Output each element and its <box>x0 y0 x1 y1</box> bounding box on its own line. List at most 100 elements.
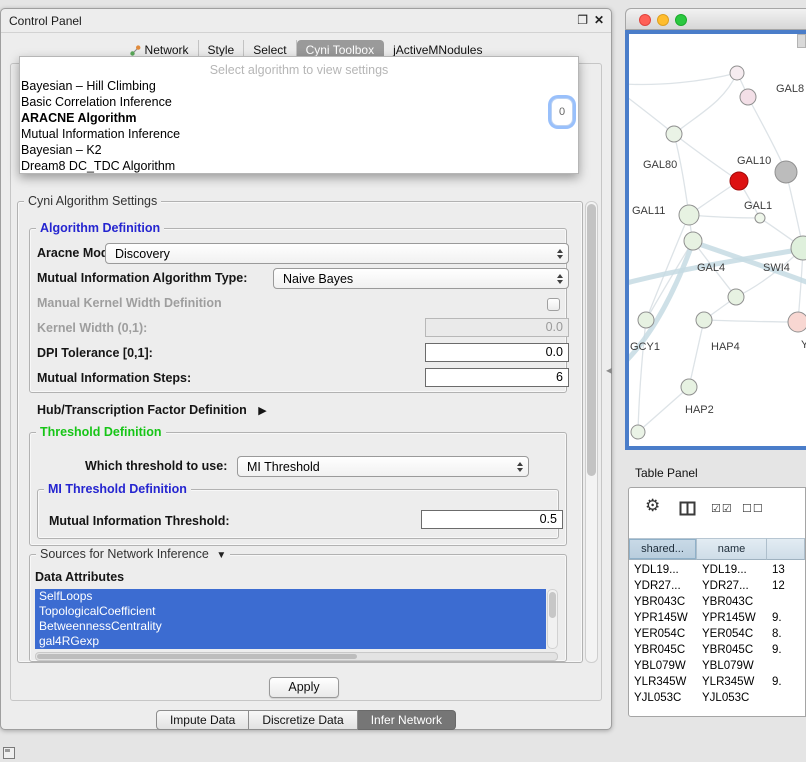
mi-threshold-field[interactable]: 0.5 <box>421 510 563 529</box>
table-cell: YDL19... <box>697 562 767 578</box>
float-panel-icon[interactable]: ❐ <box>577 13 588 27</box>
network-edge[interactable] <box>646 241 693 320</box>
table-cell: YBR043C <box>629 594 697 610</box>
network-node[interactable] <box>638 312 654 328</box>
close-panel-icon[interactable]: ✕ <box>594 13 604 27</box>
network-scrollbar-fragment[interactable] <box>797 34 806 48</box>
hub-transcription-factor-label: Hub/Transcription Factor Definition <box>37 403 247 417</box>
mi-threshold-definition-title: MI Threshold Definition <box>44 482 191 496</box>
mi-algorithm-type-label: Mutual Information Algorithm Type: <box>37 271 247 285</box>
sources-group-title[interactable]: Sources for Network Inference ▼ <box>36 547 230 561</box>
network-node[interactable] <box>681 379 697 395</box>
network-node[interactable] <box>679 205 699 225</box>
table-row[interactable]: YPR145WYPR145W9. <box>629 610 805 626</box>
network-node[interactable] <box>696 312 712 328</box>
table-row[interactable]: YJL053CYJL053C <box>629 690 805 706</box>
close-window-button[interactable] <box>639 14 651 26</box>
which-threshold-label: Which threshold to use: <box>85 459 227 473</box>
network-node[interactable] <box>775 161 797 183</box>
network-edge[interactable] <box>638 387 689 432</box>
table-row[interactable]: YDR27...YDR27...12 <box>629 578 805 594</box>
network-node[interactable] <box>755 213 765 223</box>
table-cell <box>767 658 805 674</box>
network-node-label: GAL1 <box>744 200 772 212</box>
network-node[interactable] <box>788 312 806 332</box>
attributes-vertical-scrollbar[interactable] <box>547 589 558 649</box>
algorithm-option-bayesian-hill-climbing[interactable]: Bayesian – Hill Climbing <box>20 78 578 94</box>
table-row[interactable]: YER054CYER054C8. <box>629 626 805 642</box>
column-settings-icon[interactable] <box>679 501 696 521</box>
network-window-titlebar[interactable] <box>625 8 806 30</box>
network-node[interactable] <box>684 232 702 250</box>
table-row[interactable]: YBL079WYBL079W <box>629 658 805 674</box>
network-node[interactable] <box>730 66 744 80</box>
algorithm-option-dream8-dc-tdc-algorithm[interactable]: Dream8 DC_TDC Algorithm <box>20 158 578 174</box>
hub-transcription-factor-toggle[interactable]: Hub/Transcription Factor Definition ▶ <box>37 403 267 417</box>
network-edge[interactable] <box>629 94 674 134</box>
which-threshold-select[interactable]: MI Threshold <box>237 456 529 477</box>
bottom-tab-impute-data[interactable]: Impute Data <box>156 710 249 730</box>
table-cell: YLR345W <box>697 674 767 690</box>
minimize-window-button[interactable] <box>657 14 669 26</box>
column-header-1[interactable]: name <box>697 538 767 560</box>
algorithm-option-bayesian-k2[interactable]: Bayesian – K2 <box>20 142 578 158</box>
table-row[interactable]: YLR345WYLR345W9. <box>629 674 805 690</box>
select-rows-icon[interactable]: ☑☑ <box>711 502 733 515</box>
algorithm-option-basic-correlation-inference[interactable]: Basic Correlation Inference <box>20 94 578 110</box>
network-node[interactable] <box>730 172 748 190</box>
aracne-mode-value: Discovery <box>115 247 170 261</box>
network-node-label: HAP4 <box>711 341 740 353</box>
tab-label: Style <box>208 43 235 57</box>
table-row[interactable]: YBR045CYBR045C9. <box>629 642 805 658</box>
manual-kernel-width-label: Manual Kernel Width Definition <box>37 296 222 310</box>
table-row[interactable]: YDL19...YDL19...13 <box>629 562 805 578</box>
bottom-tab-infer-network[interactable]: Infer Network <box>358 710 456 730</box>
minimized-window-icon[interactable] <box>3 747 15 759</box>
scrollbar-thumb[interactable] <box>37 654 357 659</box>
deselect-rows-icon[interactable]: ☐☐ <box>742 502 764 515</box>
network-node[interactable] <box>728 289 744 305</box>
mi-algorithm-type-select[interactable]: Naive Bayes <box>273 268 569 289</box>
manual-kernel-width-checkbox[interactable] <box>547 298 560 311</box>
dpi-tolerance-field[interactable]: 0.0 <box>425 343 569 362</box>
control-panel-titlebar[interactable]: Control Panel ❐ ✕ <box>1 9 611 33</box>
algorithm-option-mutual-information-inference[interactable]: Mutual Information Inference <box>20 126 578 142</box>
aracne-mode-select[interactable]: Discovery <box>105 243 569 264</box>
panel-collapse-arrow-icon[interactable]: ◂ <box>606 363 612 377</box>
scrollbar-thumb[interactable] <box>587 204 596 476</box>
scrollbar-thumb[interactable] <box>549 592 556 618</box>
network-node[interactable] <box>631 425 645 439</box>
column-header-2[interactable] <box>767 538 805 560</box>
network-edge[interactable] <box>689 215 760 218</box>
table-cell: YDR27... <box>629 578 697 594</box>
data-attributes-list[interactable]: SelfLoopsTopologicalCoefficientBetweenne… <box>35 589 546 649</box>
settings-scrollbar[interactable] <box>585 201 598 663</box>
network-edge[interactable] <box>674 134 689 215</box>
network-edge[interactable] <box>704 320 798 322</box>
network-edge[interactable] <box>674 134 739 181</box>
attribute-item-betweennesscentrality[interactable]: BetweennessCentrality <box>35 619 546 634</box>
bottom-tab-discretize-data[interactable]: Discretize Data <box>249 710 357 730</box>
network-edge[interactable] <box>689 320 704 387</box>
attributes-horizontal-scrollbar[interactable] <box>35 652 558 661</box>
attribute-item-gal4rgexp[interactable]: gal4RGexp <box>35 634 546 649</box>
algorithm-option-aracne-algorithm[interactable]: ARACNE Algorithm <box>20 110 578 126</box>
algorithm-dropdown-popup: Select algorithm to view settings Bayesi… <box>19 56 579 174</box>
zoom-window-button[interactable] <box>675 14 687 26</box>
tab-label: Cyni Toolbox <box>306 43 374 57</box>
table-row[interactable]: YBR043CYBR043C <box>629 594 805 610</box>
attribute-item-selfloops[interactable]: SelfLoops <box>35 589 546 604</box>
collapse-down-icon: ▼ <box>216 550 226 561</box>
network-node[interactable] <box>666 126 682 142</box>
focused-spinner-field[interactable]: 0 <box>551 98 573 126</box>
network-node[interactable] <box>740 89 756 105</box>
column-header-0[interactable]: shared... <box>629 538 697 560</box>
table-toolbar: ⚙ ☑☑ ☐☐ <box>629 488 805 536</box>
attribute-item-topologicalcoefficient[interactable]: TopologicalCoefficient <box>35 604 546 619</box>
network-canvas[interactable]: GAL8GAL80GAL10GAL11GAL1SWI4GAL4GCY1HAP4H… <box>625 30 806 450</box>
gear-icon[interactable]: ⚙ <box>645 496 660 516</box>
mi-steps-field[interactable]: 6 <box>425 368 569 387</box>
network-edge[interactable] <box>629 73 737 85</box>
table-cell: 13 <box>767 562 805 578</box>
apply-button[interactable]: Apply <box>269 677 339 698</box>
